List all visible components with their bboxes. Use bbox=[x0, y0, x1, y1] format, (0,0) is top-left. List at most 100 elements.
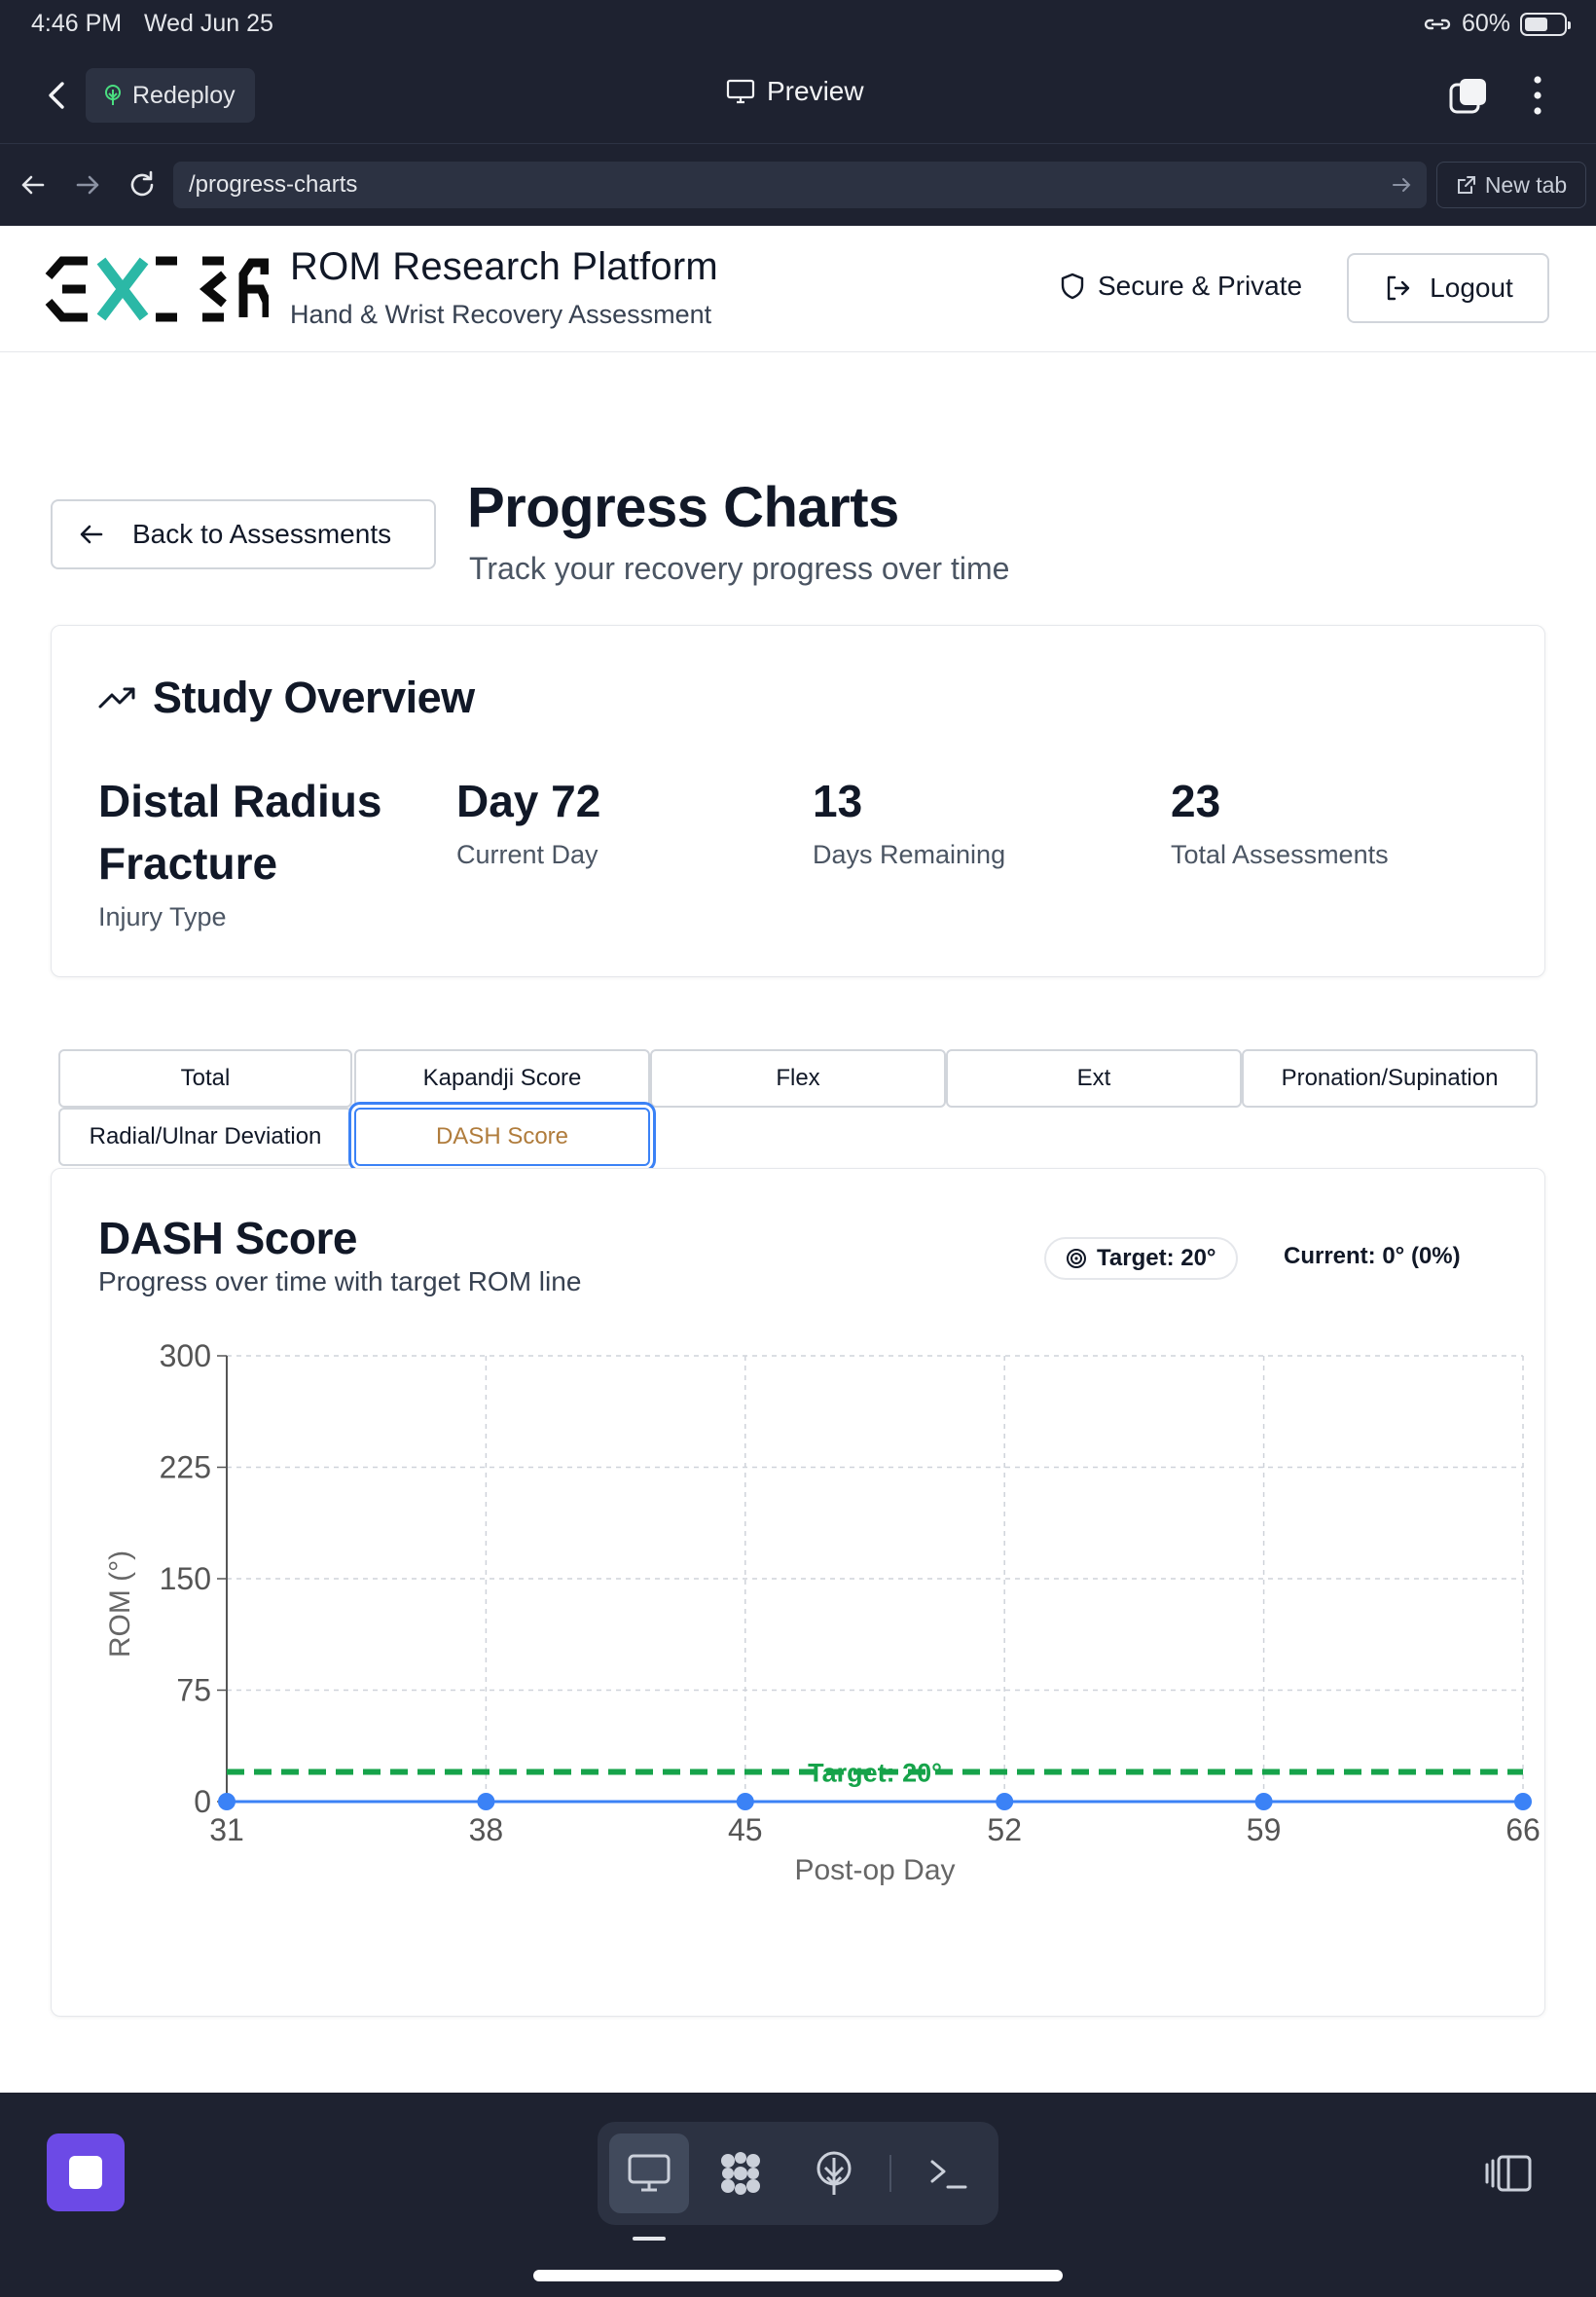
dock-separator bbox=[889, 2155, 891, 2192]
reload-icon[interactable] bbox=[125, 167, 160, 202]
brand-title: ROM Research Platform bbox=[290, 245, 718, 288]
study-overview-card: Study Overview Distal Radius Fracture In… bbox=[51, 625, 1545, 977]
chart-card: DASH Score Progress over time with targe… bbox=[51, 1168, 1545, 2017]
tree-icon bbox=[816, 2151, 852, 2195]
link-icon bbox=[1424, 18, 1451, 29]
y-tick-label: 225 bbox=[160, 1450, 211, 1485]
monitor-icon bbox=[628, 2154, 671, 2192]
back-to-assessments-button[interactable]: Back to Assessments bbox=[51, 499, 436, 569]
app-bar: Redeploy Preview bbox=[0, 47, 1596, 144]
dock-toolbar bbox=[598, 2122, 998, 2225]
data-point bbox=[477, 1793, 495, 1810]
dock-terminal-button[interactable] bbox=[909, 2133, 989, 2213]
terminal-icon bbox=[930, 2160, 967, 2189]
site-header: ROM Research Platform Hand & Wrist Recov… bbox=[0, 226, 1596, 352]
x-tick-label: 31 bbox=[209, 1812, 244, 1847]
target-line-label: Target: 20° bbox=[808, 1758, 942, 1787]
secure-label: Secure & Private bbox=[1098, 271, 1303, 301]
preview-label: Preview bbox=[767, 76, 864, 106]
logout-icon bbox=[1387, 275, 1410, 301]
dock-active-indicator bbox=[633, 2237, 666, 2241]
status-time: 4:46 PM bbox=[31, 10, 123, 37]
y-axis-label: ROM (°) bbox=[104, 1550, 136, 1658]
arrow-left-icon[interactable] bbox=[16, 167, 51, 202]
arrow-left-icon bbox=[80, 525, 103, 544]
x-tick-label: 59 bbox=[1247, 1812, 1282, 1847]
stop-button[interactable] bbox=[47, 2133, 125, 2211]
tab-kapandji-score[interactable]: Kapandji Score bbox=[354, 1049, 650, 1108]
url-bar: /progress-charts New tab bbox=[0, 144, 1596, 226]
x-tick-label: 45 bbox=[728, 1812, 763, 1847]
external-link-icon bbox=[1457, 176, 1475, 194]
arrow-right-small-icon[interactable] bbox=[1390, 173, 1413, 197]
stat-label: Injury Type bbox=[98, 902, 227, 931]
bottom-dock bbox=[0, 2093, 1596, 2297]
overview-title: Study Overview bbox=[98, 673, 475, 723]
tab-pronation-supination[interactable]: Pronation/Supination bbox=[1242, 1049, 1538, 1108]
page-title: Progress Charts bbox=[467, 476, 899, 539]
logout-label: Logout bbox=[1430, 273, 1513, 303]
redeploy-button[interactable]: Redeploy bbox=[86, 68, 255, 123]
tab-radial-ulnar-deviation[interactable]: Radial/Ulnar Deviation bbox=[58, 1108, 352, 1166]
url-text: /progress-charts bbox=[189, 171, 358, 198]
x-axis-label: Post-op Day bbox=[794, 1854, 955, 1886]
y-tick-label: 300 bbox=[160, 1338, 211, 1373]
tab-ext[interactable]: Ext bbox=[946, 1049, 1242, 1108]
brand-subtitle: Hand & Wrist Recovery Assessment bbox=[290, 300, 712, 329]
shield-icon bbox=[1061, 273, 1084, 300]
data-point bbox=[1514, 1793, 1532, 1810]
stat-label: Total Assessments bbox=[1171, 840, 1389, 869]
more-vertical-icon[interactable] bbox=[1524, 72, 1551, 119]
exer-logo bbox=[45, 256, 269, 322]
tree-icon bbox=[105, 85, 121, 105]
redeploy-label: Redeploy bbox=[132, 81, 236, 109]
monitor-icon bbox=[726, 79, 755, 104]
status-bar: 4:46 PM Wed Jun 25 60% bbox=[0, 0, 1596, 47]
dock-agent-button[interactable] bbox=[701, 2133, 780, 2213]
trending-up-icon bbox=[98, 687, 135, 709]
secure-badge: Secure & Private bbox=[1059, 271, 1302, 302]
sidebar-toggle-icon[interactable] bbox=[1483, 2151, 1536, 2196]
data-point bbox=[1254, 1793, 1273, 1810]
battery-icon bbox=[1520, 12, 1571, 36]
overview-title-text: Study Overview bbox=[153, 673, 475, 722]
logout-button[interactable]: Logout bbox=[1347, 253, 1549, 323]
dock-preview-button[interactable] bbox=[609, 2133, 689, 2213]
stat-label: Current Day bbox=[456, 840, 598, 869]
preview-title[interactable]: Preview bbox=[726, 76, 864, 107]
chevron-left-icon[interactable] bbox=[39, 76, 78, 115]
cluster-icon bbox=[721, 2152, 760, 2195]
stat-injury-type: Distal Radius Fracture Injury Type bbox=[98, 770, 381, 932]
progress-chart: 07515022530031 38 45 52 59 66ROM (°)Post-op D… bbox=[104, 1338, 1541, 1886]
new-tab-label: New tab bbox=[1484, 171, 1568, 198]
status-date: Wed Jun 25 bbox=[144, 10, 273, 37]
stat-value: Day 72 bbox=[456, 776, 601, 826]
back-label: Back to Assessments bbox=[132, 519, 392, 549]
battery-percent: 60% bbox=[1461, 10, 1510, 37]
stat-days-remaining: 13 Days Remaining bbox=[813, 770, 1005, 870]
stat-value: 13 bbox=[813, 776, 863, 826]
new-tab-button[interactable]: New tab bbox=[1436, 162, 1586, 208]
y-tick-label: 150 bbox=[160, 1561, 211, 1596]
tab-flex[interactable]: Flex bbox=[650, 1049, 946, 1108]
url-input[interactable]: /progress-charts bbox=[173, 162, 1427, 208]
stat-value: Distal Radius bbox=[98, 776, 382, 826]
stat-value-line2: Fracture bbox=[98, 838, 278, 889]
x-tick-label: 38 bbox=[469, 1812, 504, 1847]
x-tick-label: 52 bbox=[987, 1812, 1022, 1847]
tabs-icon[interactable] bbox=[1448, 76, 1489, 117]
page-subtitle: Track your recovery progress over time bbox=[469, 551, 1010, 586]
tab-dash-score[interactable]: DASH Score bbox=[354, 1108, 650, 1166]
tab-total[interactable]: Total bbox=[58, 1049, 352, 1108]
stat-value: 23 bbox=[1171, 776, 1221, 826]
data-point bbox=[996, 1793, 1014, 1810]
arrow-right-icon[interactable] bbox=[70, 167, 105, 202]
dock-deploy-button[interactable] bbox=[794, 2133, 874, 2213]
stat-total-assessments: 23 Total Assessments bbox=[1171, 770, 1389, 870]
home-indicator bbox=[533, 2270, 1063, 2281]
stat-label: Days Remaining bbox=[813, 840, 1006, 869]
data-point bbox=[736, 1793, 754, 1810]
y-tick-label: 75 bbox=[176, 1673, 211, 1708]
x-tick-label: 66 bbox=[1505, 1812, 1541, 1847]
data-point bbox=[218, 1793, 236, 1810]
